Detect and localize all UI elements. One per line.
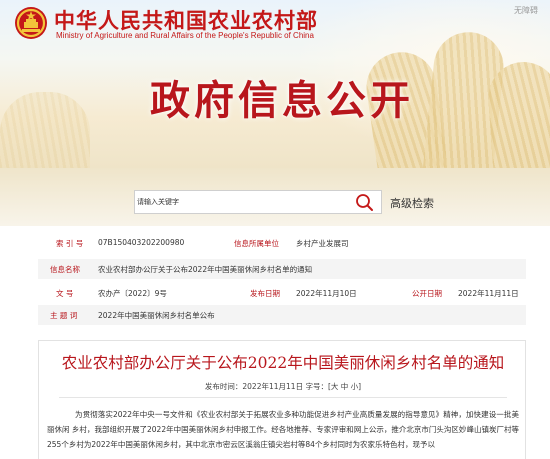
doc-number-label: 文 号 — [56, 289, 74, 298]
meta-row-subject: 主 题 词 2022年中国美丽休闲乡村名单公布 — [38, 305, 526, 325]
site-name-english: Ministry of Agriculture and Rural Affair… — [56, 31, 314, 40]
search-input[interactable] — [137, 193, 337, 211]
issue-date-value: 2022年11月10日 — [296, 289, 357, 298]
advanced-search-link[interactable]: 高级检索 — [390, 195, 434, 211]
search-icon[interactable] — [353, 192, 375, 212]
page-title: 政府信息公开 — [150, 77, 414, 124]
publish-date-label: 公开日期 — [412, 289, 442, 298]
national-emblem-icon[interactable] — [14, 6, 48, 40]
info-title-value: 农业农村部办公厅关于公布2022年中国美丽休闲乡村名单的通知 — [98, 265, 313, 274]
department-value: 乡村产业发展司 — [296, 239, 349, 248]
publish-date-value: 2022年11月11日 — [458, 289, 519, 298]
index-label: 索 引 号 — [56, 239, 84, 248]
publish-time: 发布时间：2022年11月11日 — [204, 382, 304, 391]
search-box — [134, 190, 382, 214]
title-divider — [59, 397, 507, 398]
font-size-selector[interactable]: 字号：[大 中 小] — [305, 382, 361, 391]
document-meta-table: 索 引 号 07B150403202200980 信息所属单位 乡村产业发展司 … — [38, 233, 526, 331]
department-label: 信息所属单位 — [234, 239, 279, 248]
article-panel: 农业农村部办公厅关于公布2022年中国美丽休闲乡村名单的通知 发布时间：2022… — [38, 340, 526, 459]
meta-row-doc-no: 文 号 农办产〔2022〕9号 发布日期 2022年11月10日 公开日期 20… — [38, 283, 526, 303]
accessibility-link[interactable]: 无障碍 — [514, 5, 538, 16]
info-title-label: 信息名称 — [50, 265, 80, 274]
index-value: 07B150403202200980 — [98, 238, 185, 247]
article-body: 为贯彻落实2022年中央一号文件和《农业农村部关于拓展农业多种功能促进乡村产业高… — [47, 410, 519, 449]
issue-date-label: 发布日期 — [250, 289, 280, 298]
meta-row-index: 索 引 号 07B150403202200980 信息所属单位 乡村产业发展司 — [38, 233, 526, 253]
publish-info: 发布时间：2022年11月11日 字号：[大 中 小] — [39, 381, 527, 392]
doc-number-value: 农办产〔2022〕9号 — [98, 289, 167, 298]
meta-row-title: 信息名称 农业农村部办公厅关于公布2022年中国美丽休闲乡村名单的通知 — [38, 259, 526, 279]
article-title: 农业农村部办公厅关于公布2022年中国美丽休闲乡村名单的通知 — [61, 354, 505, 372]
subject-label: 主 题 词 — [50, 311, 78, 320]
header-banner: 中华人民共和国农业农村部 Ministry of Agriculture and… — [0, 0, 550, 168]
subject-value: 2022年中国美丽休闲乡村名单公布 — [98, 311, 215, 320]
banner-field-decoration — [0, 92, 90, 168]
wheat-decoration — [486, 59, 550, 168]
